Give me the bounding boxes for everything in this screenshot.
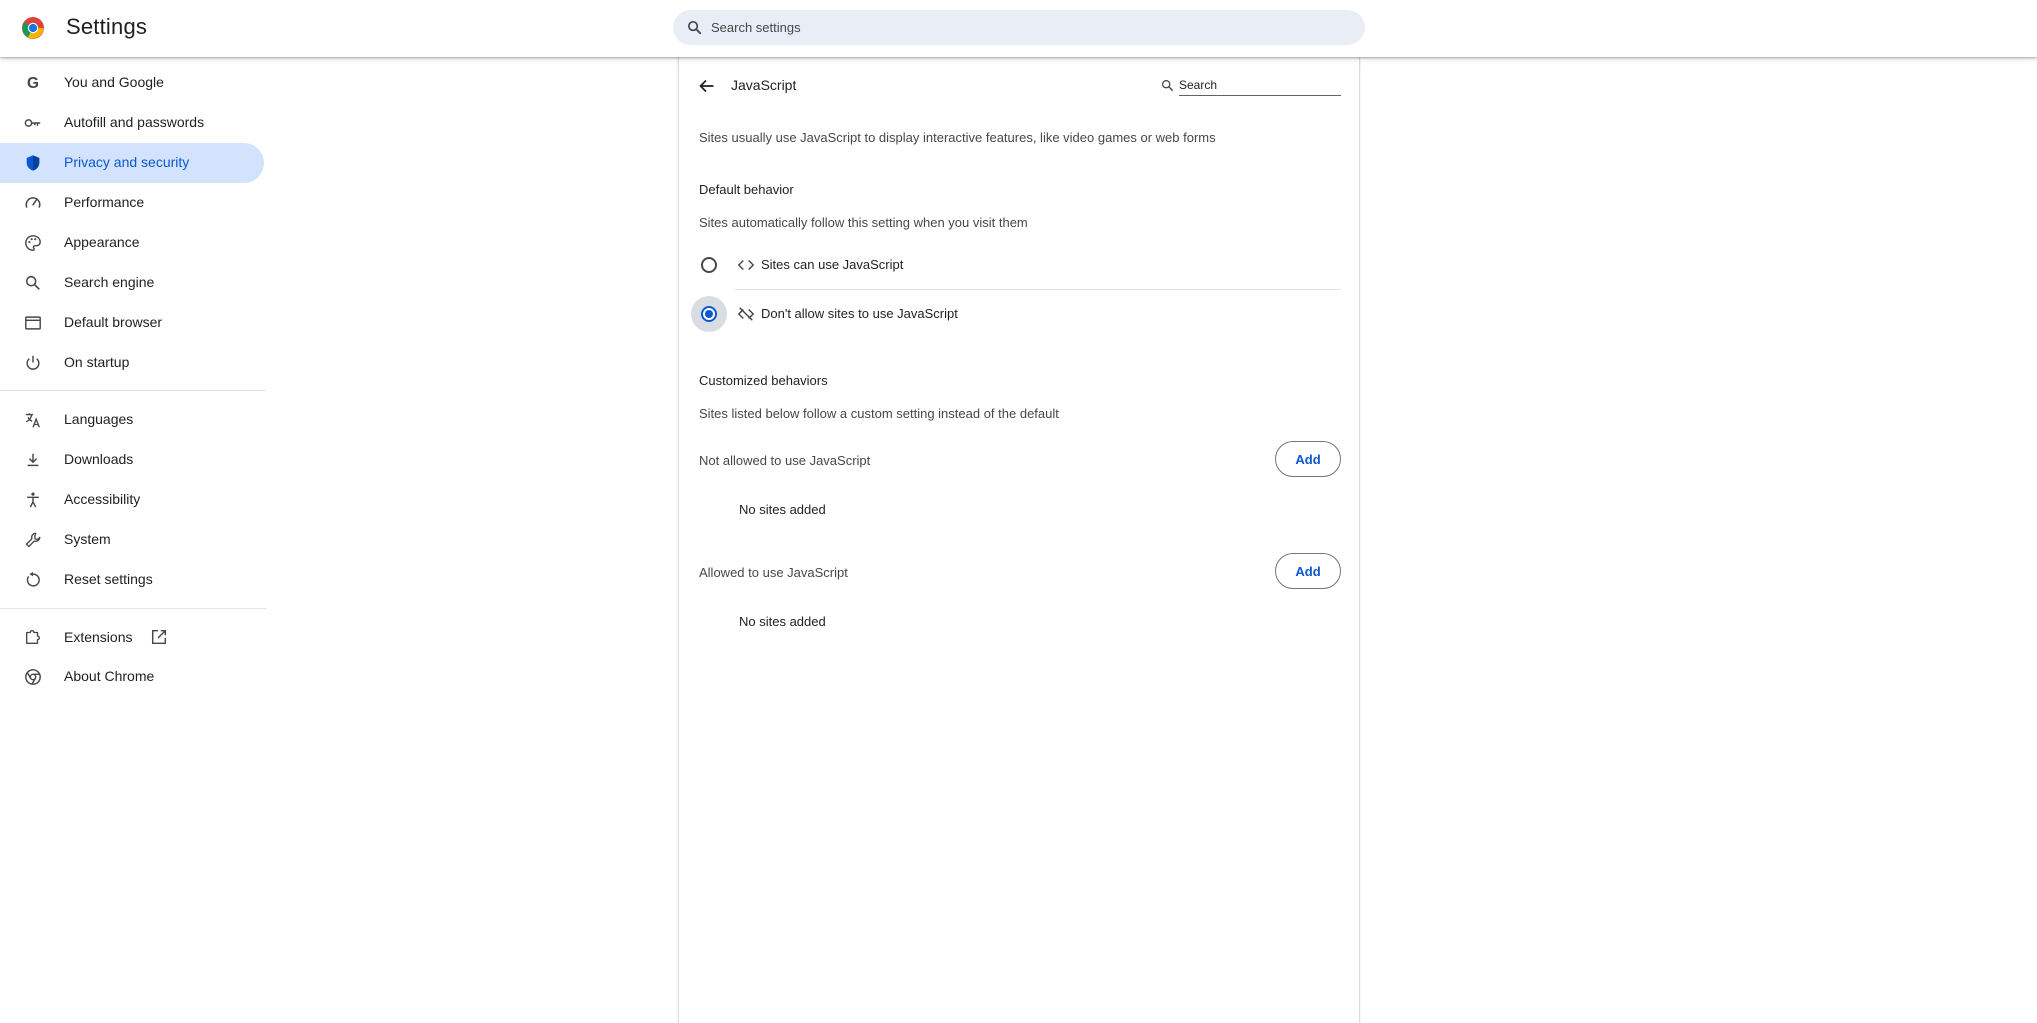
sidebar-item-label: Default browser: [64, 314, 163, 330]
top-bar: Settings: [0, 0, 2037, 57]
allowed-list-header: Allowed to use JavaScript Add: [699, 553, 1341, 593]
empty-list-message: No sites added: [739, 614, 826, 629]
list-label: Not allowed to use JavaScript: [699, 453, 871, 468]
sidebar-item-extensions[interactable]: Extensions: [0, 617, 264, 657]
radio-label: Sites can use JavaScript: [761, 257, 904, 272]
reset-icon: [26, 571, 40, 587]
translate-icon: [25, 413, 40, 428]
sidebar-item-label: Privacy and security: [64, 154, 190, 170]
add-blocked-site-button[interactable]: Add: [1275, 441, 1341, 477]
empty-list-message: No sites added: [739, 502, 826, 517]
browser-window-icon: [25, 316, 41, 330]
google-g-icon: G: [27, 75, 39, 92]
search-icon: [1161, 79, 1174, 92]
page-search-input[interactable]: [1179, 74, 1341, 96]
speedometer-icon: [25, 197, 41, 208]
code-icon: [737, 259, 755, 271]
open-in-new-icon[interactable]: [150, 628, 168, 646]
sidebar-item-default-browser[interactable]: Default browser: [0, 303, 264, 343]
sidebar-item-label: Extensions: [64, 629, 133, 645]
radio-option-block-javascript[interactable]: Don't allow sites to use JavaScript: [691, 290, 1341, 338]
app-title: Settings: [66, 14, 148, 39]
sidebar-item-label: Autofill and passwords: [64, 114, 205, 130]
wrench-icon: [25, 532, 41, 548]
sidebar-item-downloads[interactable]: Downloads: [0, 440, 264, 480]
sidebar-item-languages[interactable]: Languages: [0, 400, 264, 440]
sidebar-item-search-engine[interactable]: Search engine: [0, 263, 264, 303]
power-icon: [26, 355, 40, 370]
intro-text: Sites usually use JavaScript to display …: [699, 130, 1216, 145]
sidebar-item-label: Downloads: [64, 451, 134, 467]
not-allowed-list-header: Not allowed to use JavaScript Add: [699, 441, 1341, 481]
sidebar-item-label: System: [64, 531, 111, 547]
sidebar-item-system[interactable]: System: [0, 520, 264, 560]
settings-search-box[interactable]: [673, 10, 1365, 45]
sidebar-item-accessibility[interactable]: Accessibility: [0, 480, 264, 520]
download-icon: [27, 453, 39, 467]
sidebar-item-label-wrap: Extensions: [64, 628, 168, 646]
search-icon: [25, 275, 40, 290]
sidebar-item-appearance[interactable]: Appearance: [0, 223, 264, 263]
palette-icon: [25, 235, 41, 251]
shield-icon: [26, 155, 40, 171]
sidebar-item-performance[interactable]: Performance: [0, 183, 264, 223]
radio-option-allow-javascript[interactable]: Sites can use JavaScript: [699, 241, 1341, 289]
sidebar-item-reset-settings[interactable]: Reset settings: [0, 560, 264, 600]
settings-search-input[interactable]: [705, 10, 1345, 45]
sidebar-item-label: Appearance: [64, 234, 140, 250]
sidebar-item-label: On startup: [64, 354, 130, 370]
sidebar-item-label: Performance: [64, 194, 145, 210]
back-arrow-icon[interactable]: [697, 76, 717, 96]
chrome-icon: [25, 669, 41, 685]
sidebar-item-privacy-and-security[interactable]: Privacy and security: [0, 143, 264, 183]
sidebar-item-label: Accessibility: [64, 491, 141, 507]
default-behavior-description: Sites automatically follow this setting …: [699, 215, 1028, 230]
add-allowed-site-button[interactable]: Add: [1275, 553, 1341, 589]
sidebar-item-on-startup[interactable]: On startup: [0, 343, 264, 383]
puzzle-icon: [26, 630, 40, 644]
sidebar-item-autofill[interactable]: Autofill and passwords: [0, 103, 264, 143]
page-title: JavaScript: [731, 77, 797, 93]
sidebar-divider: [0, 608, 266, 609]
search-icon: [687, 20, 702, 35]
sidebar-item-label: Search engine: [64, 274, 155, 290]
javascript-settings-card: JavaScript Sites usually use JavaScript …: [678, 57, 1360, 1023]
svg-text:G: G: [27, 75, 39, 92]
sidebar-item-you-and-google[interactable]: G You and Google: [0, 63, 264, 103]
radio-button-checked[interactable]: [701, 306, 717, 322]
customized-behaviors-heading: Customized behaviors: [699, 373, 828, 388]
key-icon: [24, 119, 41, 127]
sidebar-item-label: About Chrome: [64, 668, 155, 684]
sidebar-item-label: You and Google: [64, 74, 164, 90]
sidebar-item-label: Reset settings: [64, 571, 153, 587]
code-off-icon: [737, 307, 755, 321]
sidebar-item-label: Languages: [64, 411, 134, 427]
chrome-logo-icon: [22, 17, 44, 39]
radio-button[interactable]: [701, 257, 717, 273]
sidebar-item-about-chrome[interactable]: About Chrome: [0, 657, 264, 697]
radio-label: Don't allow sites to use JavaScript: [761, 306, 958, 321]
sidebar-divider: [0, 390, 266, 391]
default-behavior-heading: Default behavior: [699, 182, 794, 197]
list-label: Allowed to use JavaScript: [699, 565, 848, 580]
customized-behaviors-description: Sites listed below follow a custom setti…: [699, 406, 1059, 421]
page-search[interactable]: [1159, 72, 1341, 98]
accessibility-icon: [27, 492, 39, 508]
